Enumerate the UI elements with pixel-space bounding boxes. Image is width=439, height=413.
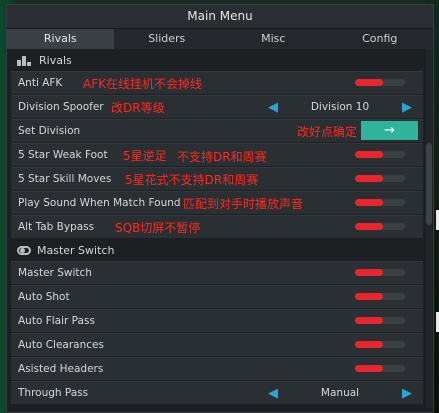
row-label: Play Sound When Match Found bbox=[18, 197, 181, 209]
toggle-fill bbox=[355, 223, 383, 230]
section-header-master-switch: Master Switch bbox=[7, 239, 427, 261]
anti-afk-toggle[interactable] bbox=[355, 79, 405, 86]
row-label: Through Pass bbox=[18, 387, 89, 399]
row-label: Anti AFK bbox=[18, 77, 63, 89]
row-auto-shot[interactable]: Auto Shot bbox=[11, 285, 423, 308]
set-division-button[interactable]: → bbox=[361, 121, 418, 140]
master-switch-toggle[interactable] bbox=[355, 269, 405, 276]
right-arrow-icon[interactable]: ▶ bbox=[399, 386, 415, 401]
skill-moves-toggle[interactable] bbox=[355, 175, 405, 182]
toggle-fill bbox=[355, 199, 383, 206]
row-division-spoofer: Division Spoofer 改DR等级 ◀ Division 10 ▶ bbox=[11, 95, 423, 118]
row-anti-afk[interactable]: Anti AFK AFK在线挂机不会掉线 bbox=[11, 71, 423, 94]
through-pass-value: Manual bbox=[320, 387, 360, 399]
auto-flair-pass-toggle[interactable] bbox=[355, 317, 405, 324]
row-play-sound[interactable]: Play Sound When Match Found 匹配到对手时播放声音 bbox=[11, 191, 423, 214]
row-master-switch[interactable]: Master Switch bbox=[11, 261, 423, 284]
annotation-text: 5星逆足 bbox=[123, 149, 167, 163]
annotation-text: 5星花式不支持DR和周赛 bbox=[125, 173, 259, 187]
auto-clearances-toggle[interactable] bbox=[355, 341, 405, 348]
division-value: Division 10 bbox=[310, 101, 370, 113]
tab-misc[interactable]: Misc bbox=[220, 29, 327, 49]
row-label: Auto Flair Pass bbox=[18, 315, 95, 327]
row-auto-clearances[interactable]: Auto Clearances bbox=[11, 333, 423, 356]
toggle-fill bbox=[355, 341, 383, 348]
row-set-division: Set Division 改好点确定 → bbox=[11, 119, 423, 142]
row-through-pass: Through Pass ◀ Manual ▶ bbox=[11, 381, 423, 404]
row-label: 5 Star Skill Moves bbox=[18, 173, 112, 185]
row-label: Master Switch bbox=[18, 267, 92, 279]
auto-shot-toggle[interactable] bbox=[355, 293, 405, 300]
division-selector: ◀ Division 10 ▶ bbox=[265, 96, 415, 118]
annotation-text: 改好点确定 bbox=[297, 125, 358, 139]
tab-config[interactable]: Config bbox=[326, 29, 433, 49]
section-header-rivals: Rivals bbox=[7, 49, 427, 71]
asisted-headers-toggle[interactable] bbox=[355, 365, 405, 372]
weak-foot-toggle[interactable] bbox=[355, 151, 405, 158]
window-title: Main Menu bbox=[7, 5, 433, 29]
right-arrow-icon[interactable]: ▶ bbox=[399, 100, 415, 115]
alt-tab-toggle[interactable] bbox=[355, 223, 405, 230]
row-alt-tab-bypass[interactable]: Alt Tab Bypass SQB切屏不暂停 bbox=[11, 215, 423, 238]
scrollbar[interactable] bbox=[426, 49, 432, 408]
annotation-text: AFK在线挂机不会掉线 bbox=[83, 77, 202, 91]
annotation-text: 改DR等级 bbox=[111, 101, 165, 115]
play-sound-toggle[interactable] bbox=[355, 199, 405, 206]
row-label: Alt Tab Bypass bbox=[18, 221, 95, 233]
annotation-text: 匹配到对手时播放声音 bbox=[183, 197, 304, 211]
toggle-fill bbox=[355, 269, 383, 276]
toggle-fill bbox=[355, 175, 383, 182]
tab-rivals[interactable]: Rivals bbox=[7, 29, 114, 49]
tab-sliders[interactable]: Sliders bbox=[113, 29, 220, 49]
main-menu-window: Main Menu Rivals Sliders Misc Config Riv… bbox=[6, 4, 434, 413]
row-label: Auto Clearances bbox=[18, 339, 104, 351]
section-title: Master Switch bbox=[37, 243, 115, 257]
tab-bar: Rivals Sliders Misc Config bbox=[7, 29, 433, 49]
left-arrow-icon[interactable]: ◀ bbox=[265, 100, 281, 115]
annotation-text: SQB切屏不暂停 bbox=[115, 221, 201, 235]
toggle-fill bbox=[355, 365, 383, 372]
left-arrow-icon[interactable]: ◀ bbox=[265, 386, 281, 401]
toggle-fill bbox=[355, 293, 383, 300]
arrow-right-icon: → bbox=[384, 123, 395, 138]
annotation-text: 不支持DR和周赛 bbox=[177, 150, 267, 164]
row-five-star-skill-moves[interactable]: 5 Star Skill Moves 5星花式不支持DR和周赛 bbox=[11, 167, 423, 190]
scrollbar-thumb[interactable] bbox=[426, 143, 432, 225]
row-label: 5 Star Weak Foot bbox=[18, 149, 108, 161]
row-label: Auto Shot bbox=[18, 291, 70, 303]
through-pass-selector: ◀ Manual ▶ bbox=[265, 382, 415, 404]
row-auto-flair-pass[interactable]: Auto Flair Pass bbox=[11, 309, 423, 332]
toggle-fill bbox=[355, 151, 383, 158]
row-label: Asisted Headers bbox=[18, 363, 104, 375]
menu-content: Rivals Anti AFK AFK在线挂机不会掉线 Division Spo… bbox=[7, 49, 427, 412]
toggle-fill bbox=[355, 79, 383, 86]
row-five-star-weak-foot[interactable]: 5 Star Weak Foot 5星逆足 不支持DR和周赛 bbox=[11, 143, 423, 166]
podium-icon bbox=[17, 54, 33, 66]
row-label: Division Spoofer bbox=[18, 101, 104, 113]
toggle-switch-icon bbox=[17, 245, 31, 255]
section-title: Rivals bbox=[39, 53, 72, 67]
row-asisted-headers[interactable]: Asisted Headers bbox=[11, 357, 423, 380]
row-label: Set Division bbox=[18, 125, 81, 137]
toggle-fill bbox=[355, 317, 383, 324]
